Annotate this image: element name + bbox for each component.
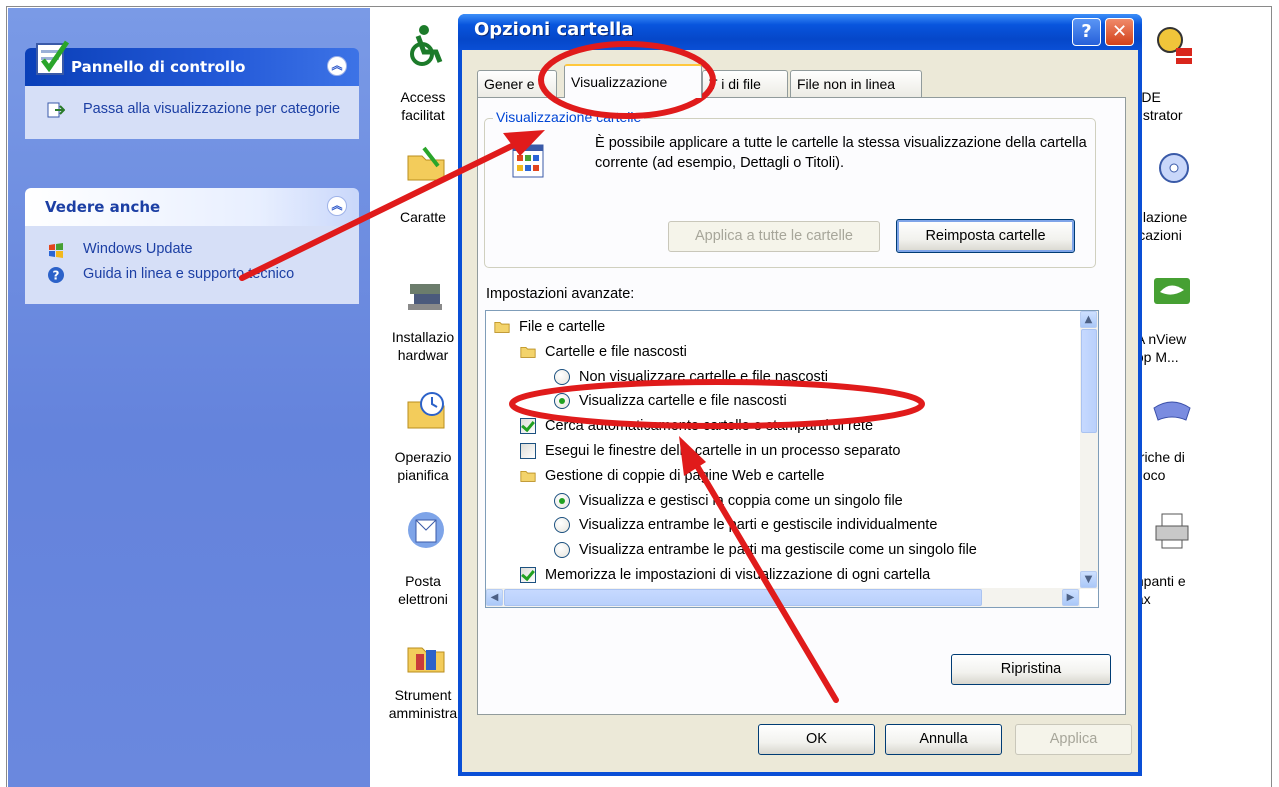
- tab-offline-files[interactable]: File non in linea: [790, 70, 922, 97]
- hardware-icon: [408, 284, 442, 310]
- control-panel-header[interactable]: Pannello di controllo ︽: [25, 40, 359, 86]
- setting-label: Visualizza entrambe le parti e gestiscil…: [579, 517, 938, 534]
- vertical-scroll-thumb[interactable]: [1081, 329, 1097, 433]
- fonts-folder-icon: [407, 146, 445, 181]
- tab-file-types[interactable]: T i di file: [702, 70, 788, 97]
- windows-update-icon: [49, 243, 63, 258]
- checkbox[interactable]: [520, 443, 536, 459]
- icon-label: Caratte: [400, 209, 446, 225]
- control-panel-body: Passa alla visualizzazione per categorie: [25, 86, 359, 139]
- radio-button[interactable]: [554, 517, 570, 534]
- folder-views-group-title: Visualizzazione cartelle: [493, 109, 645, 125]
- scroll-left-icon[interactable]: ◀: [486, 589, 503, 606]
- help-icon: ?: [48, 267, 64, 283]
- icon-label: Strument amministra: [388, 687, 458, 721]
- setting-label: Esegui le finestre delle cartelle in un …: [545, 443, 901, 459]
- bde-admin-icon: [1157, 27, 1192, 64]
- nvidia-icon: [1154, 278, 1190, 304]
- icon-label: Access facilitat: [400, 89, 446, 123]
- setting-label: Gestione di coppie di pagine Web e carte…: [545, 467, 825, 484]
- task-pane: Pannello di controllo ︽ Passa alla visua…: [8, 8, 370, 787]
- advanced-settings-list[interactable]: File e cartelle Cartelle e file nascosti N…: [485, 310, 1099, 608]
- folder-views-description: È possibile applicare a tutte le cartell…: [595, 135, 1087, 171]
- vertical-scrollbar[interactable]: ▲ ▼: [1080, 311, 1098, 589]
- tab-general[interactable]: Gener e: [477, 70, 557, 97]
- setting-label: Cerca automaticamente cartelle e stampan…: [545, 418, 874, 435]
- setting-label: Memorizza le impostazioni di visualizzaz…: [545, 567, 931, 583]
- dialog-title: Opzioni cartella: [474, 19, 634, 40]
- icon-label: Operazio pianifica: [394, 449, 452, 483]
- scheduled-tasks-icon: [407, 392, 445, 429]
- horizontal-scrollbar[interactable]: ◀ ▶: [486, 588, 1080, 607]
- scroll-right-icon[interactable]: ▶: [1062, 589, 1079, 606]
- horizontal-scroll-thumb[interactable]: [504, 589, 982, 606]
- close-button[interactable]: ✕: [1105, 18, 1134, 46]
- folder-icon: [520, 470, 536, 482]
- folder-icon: [494, 321, 510, 333]
- restore-defaults-button[interactable]: Ripristina: [951, 654, 1111, 685]
- dialog-titlebar[interactable]: Opzioni cartella ? ✕: [458, 14, 1142, 50]
- see-also-body: Windows Update ? Guida in linea e suppor…: [25, 226, 359, 304]
- icon-label: Installazio hardwar: [391, 329, 455, 363]
- folder-options-dialog: Opzioni cartella ? ✕ Gener e Visualizzaz…: [458, 14, 1142, 776]
- advanced-settings-label: Impostazioni avanzate:: [486, 286, 635, 302]
- setting-label: Cartelle e file nascosti: [545, 343, 687, 360]
- mail-icon: [408, 512, 444, 548]
- setting-label: Non visualizzare cartelle e file nascost…: [579, 368, 829, 385]
- see-also-box: Vedere anche ︽ Windows Update ? Guida in…: [25, 188, 359, 304]
- windows-update-link[interactable]: Windows Update: [25, 240, 359, 259]
- setting-label: File e cartelle: [519, 319, 606, 335]
- icon-label: mpanti efax: [1140, 573, 1186, 607]
- control-panel-icon: [36, 40, 70, 75]
- reset-folders-button[interactable]: Reimposta cartelle: [896, 219, 1075, 253]
- icon-label: eriche digioco: [1140, 449, 1185, 483]
- svg-text:?: ?: [53, 269, 60, 283]
- switch-view-icon: [47, 102, 65, 118]
- setting-label: Visualizza cartelle e file nascosti: [579, 393, 787, 410]
- folder-icon: [520, 346, 536, 358]
- control-panel-icons-right: BDEnistrator allazionelicazioni IA nView…: [1140, 8, 1270, 787]
- collapse-icon[interactable]: ︽: [327, 56, 347, 76]
- gamepad-icon: [1153, 401, 1191, 421]
- see-also-header[interactable]: Vedere anche ︽: [25, 188, 359, 226]
- radio-button[interactable]: [554, 393, 570, 410]
- setting-label: Visualizza e gestisci la coppia come un …: [579, 492, 903, 509]
- icon-label: allazionelicazioni: [1140, 209, 1188, 243]
- cd-install-icon: [1159, 153, 1189, 183]
- tab-view[interactable]: Visualizzazione: [564, 64, 702, 98]
- see-also-title: Vedere anche: [45, 198, 161, 216]
- radio-button[interactable]: [554, 542, 570, 559]
- folder-view-icon: [512, 144, 544, 178]
- icon-label: IA nViewtop M...: [1140, 331, 1187, 365]
- checkbox[interactable]: [520, 418, 536, 435]
- icon-label: Posta elettroni: [398, 573, 448, 607]
- scroll-down-icon[interactable]: ▼: [1080, 571, 1097, 588]
- ok-button[interactable]: OK: [758, 724, 875, 755]
- accessibility-icon: [410, 25, 443, 66]
- printer-icon: [1155, 513, 1189, 549]
- control-panel-icons-left: Access facilitat Caratte Installazio hardw…: [378, 8, 458, 787]
- dialog-client: Gener e Visualizzazione T i di file File…: [462, 50, 1138, 772]
- folder-views-group: Visualizzazione cartelle È possibile app…: [484, 109, 1096, 268]
- setting-label: Visualizza entrambe le parti ma gestisci…: [579, 542, 977, 559]
- scroll-up-icon[interactable]: ▲: [1080, 311, 1097, 328]
- help-button[interactable]: ?: [1072, 18, 1101, 46]
- cancel-button[interactable]: Annulla: [885, 724, 1002, 755]
- apply-button[interactable]: Applica: [1015, 724, 1132, 755]
- apply-to-all-folders-button[interactable]: Applica a tutte le cartelle: [668, 221, 880, 252]
- control-panel-title: Pannello di controllo: [71, 58, 246, 76]
- radio-button[interactable]: [554, 368, 570, 385]
- help-support-link[interactable]: ? Guida in linea e supporto tecnico: [25, 265, 359, 284]
- checkbox[interactable]: [520, 567, 536, 583]
- control-panel-box: Pannello di controllo ︽ Passa alla visua…: [25, 40, 359, 139]
- admin-tools-icon: [407, 647, 445, 673]
- radio-button[interactable]: [554, 492, 570, 509]
- switch-category-view-link[interactable]: Passa alla visualizzazione per categorie: [25, 100, 359, 119]
- icon-label: BDEnistrator: [1140, 89, 1183, 123]
- collapse-icon[interactable]: ︽: [327, 196, 347, 216]
